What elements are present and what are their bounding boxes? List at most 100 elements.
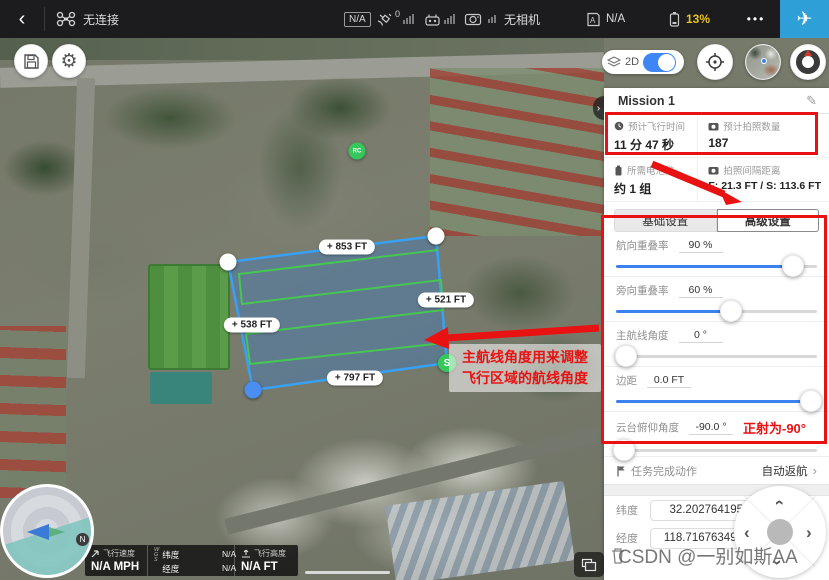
lng-label: 经度 bbox=[162, 563, 179, 575]
speed-value: N/A MPH bbox=[91, 561, 142, 573]
annotation-note-line1: 主航线角度用来调整 bbox=[462, 347, 588, 368]
aircraft-heading-arrow bbox=[27, 524, 49, 540]
finish-action-value: 自动返航 bbox=[762, 463, 808, 479]
satellite-icon bbox=[376, 12, 393, 27]
dpad-up-button[interactable]: › bbox=[769, 500, 786, 506]
altitude-label: 飞行高度 bbox=[254, 548, 286, 559]
latitude-label: 纬度 bbox=[616, 502, 644, 518]
camera-status[interactable]: 无相机 bbox=[464, 0, 540, 38]
gps-signal-bars bbox=[403, 14, 414, 24]
gear-icon: ⚙ bbox=[60, 50, 77, 73]
toggle-knob bbox=[658, 54, 675, 71]
battery-percent: 13% bbox=[686, 12, 710, 26]
attitude-compass bbox=[0, 484, 94, 578]
camera-status-label: 无相机 bbox=[504, 11, 540, 28]
battery-count-icon bbox=[614, 165, 623, 176]
annotation-note-line2: 飞行区域的航线角度 bbox=[462, 368, 588, 389]
edit-mission-name-icon[interactable]: ✎ bbox=[806, 93, 817, 109]
save-icon bbox=[23, 53, 40, 70]
map-layers-button[interactable] bbox=[574, 552, 604, 577]
camera-signal-bars bbox=[488, 15, 496, 23]
collapse-chevron-icon: › bbox=[597, 103, 600, 114]
svg-text:A: A bbox=[590, 16, 596, 25]
compass-dial-button[interactable] bbox=[790, 44, 826, 80]
save-mission-button[interactable] bbox=[14, 44, 48, 78]
edge-distance-label-bottom: + 797 FT bbox=[327, 371, 383, 386]
satellite-map[interactable]: S RC + 853 FT + 521 FT + 538 FT + 797 FT bbox=[0, 38, 604, 580]
polygon-handle-bottom-left[interactable] bbox=[245, 382, 262, 399]
map-view-toggle[interactable]: 2D bbox=[602, 50, 684, 74]
battery-icon bbox=[668, 11, 681, 28]
remote-controller-icon bbox=[424, 13, 441, 26]
polygon-handle-top-right[interactable] bbox=[428, 228, 445, 245]
ellipsis-icon: ••• bbox=[747, 12, 766, 26]
aircraft-connection-status[interactable]: 无连接 bbox=[56, 0, 119, 38]
mission-settings-button[interactable]: ⚙ bbox=[52, 44, 86, 78]
rc-mode-status[interactable]: A N/A bbox=[585, 0, 625, 38]
altitude-icon bbox=[241, 549, 251, 558]
speed-arrow-icon bbox=[91, 549, 100, 558]
polygon-handle-top-left[interactable] bbox=[220, 254, 237, 271]
more-options-button[interactable]: ••• bbox=[732, 0, 780, 38]
telemetry-bar: 飞行速度 N/A MPH WGS 纬度N/A 经度N/A 飞行高度 N/A FT bbox=[85, 545, 298, 576]
finish-action-label: 任务完成动作 bbox=[631, 463, 697, 479]
satellite-count: 0 bbox=[395, 9, 400, 19]
flight-mode-badge[interactable]: N/A bbox=[344, 0, 371, 38]
latitude-input[interactable]: 32.202764195 bbox=[650, 500, 750, 521]
trash-icon bbox=[610, 546, 626, 565]
edge-distance-label-top: + 853 FT bbox=[319, 240, 375, 255]
annotation-rect-stats bbox=[605, 112, 818, 155]
stat-value: 约 1 组 bbox=[614, 180, 689, 197]
rc-signal-status[interactable] bbox=[424, 0, 455, 38]
mission-polygon-layer bbox=[0, 38, 604, 580]
stat-label: 所需电池数 bbox=[627, 163, 675, 177]
locate-button[interactable] bbox=[697, 44, 733, 80]
drone-mission-planner-screen: { "topbar": { "back_glyph": "‹", "connec… bbox=[0, 0, 829, 580]
view-mode-label: 2D bbox=[625, 56, 639, 68]
flag-icon bbox=[616, 465, 626, 477]
stat-photo-interval: 拍照间隔距离 F: 21.3 FT / S: 113.6 FT bbox=[698, 158, 829, 202]
watermark: CSDN @一别如斯AA bbox=[610, 542, 798, 569]
stat-battery-count: 所需电池数 约 1 组 bbox=[604, 158, 698, 202]
mission-header: Mission 1 ✎ bbox=[604, 88, 829, 114]
rc-mode-value: N/A bbox=[606, 13, 625, 25]
stat-label: 拍照间隔距离 bbox=[723, 163, 780, 177]
mission-title: Mission 1 bbox=[618, 94, 806, 108]
battery-status[interactable]: 13% bbox=[668, 0, 710, 38]
rc-marker-label: RC bbox=[353, 148, 362, 154]
edge-distance-label-left: + 538 FT bbox=[224, 318, 280, 333]
connection-status-label: 无连接 bbox=[83, 11, 119, 28]
minimap-button[interactable] bbox=[745, 44, 781, 80]
compass-north-pointer bbox=[804, 50, 812, 56]
speed-label: 飞行速度 bbox=[103, 548, 135, 559]
drone-icon bbox=[56, 11, 76, 27]
takeoff-button[interactable]: ✈ bbox=[780, 0, 829, 38]
dpad-left-button[interactable]: ‹ bbox=[744, 524, 750, 541]
annotation-rect-sliders bbox=[601, 215, 827, 444]
slider-track[interactable] bbox=[616, 449, 817, 452]
topbar-divider bbox=[44, 7, 45, 31]
rc-location-marker: RC bbox=[349, 143, 366, 160]
compass-dial bbox=[796, 50, 820, 74]
datum-label: WGS bbox=[154, 548, 159, 576]
stat-value: F: 21.3 FT / S: 113.6 FT bbox=[708, 180, 821, 192]
map-scale-bar bbox=[305, 571, 390, 574]
camera-icon bbox=[464, 12, 482, 26]
dpad-right-button[interactable]: › bbox=[806, 524, 812, 541]
telemetry-altitude: 飞行高度 N/A FT bbox=[234, 545, 298, 576]
interval-icon bbox=[708, 166, 719, 175]
status-bar: ‹ 无连接 N/A 0 bbox=[0, 0, 829, 38]
flight-mode-icon: A bbox=[585, 12, 601, 27]
edge-distance-label-right: + 521 FT bbox=[418, 293, 474, 308]
layers-stack-icon bbox=[581, 558, 597, 572]
altitude-value: N/A FT bbox=[241, 561, 293, 573]
takeoff-plane-icon: ✈ bbox=[797, 8, 813, 31]
north-badge: N bbox=[76, 533, 89, 546]
back-button[interactable]: ‹ bbox=[0, 0, 44, 38]
mode-badge-label: N/A bbox=[344, 12, 371, 27]
finish-action-row[interactable]: 任务完成动作 自动返航 › bbox=[604, 457, 829, 484]
rc-signal-bars bbox=[444, 14, 455, 24]
crosshair-icon bbox=[705, 52, 725, 72]
gps-status[interactable]: 0 bbox=[376, 0, 414, 38]
2d-toggle-switch[interactable] bbox=[643, 53, 676, 72]
